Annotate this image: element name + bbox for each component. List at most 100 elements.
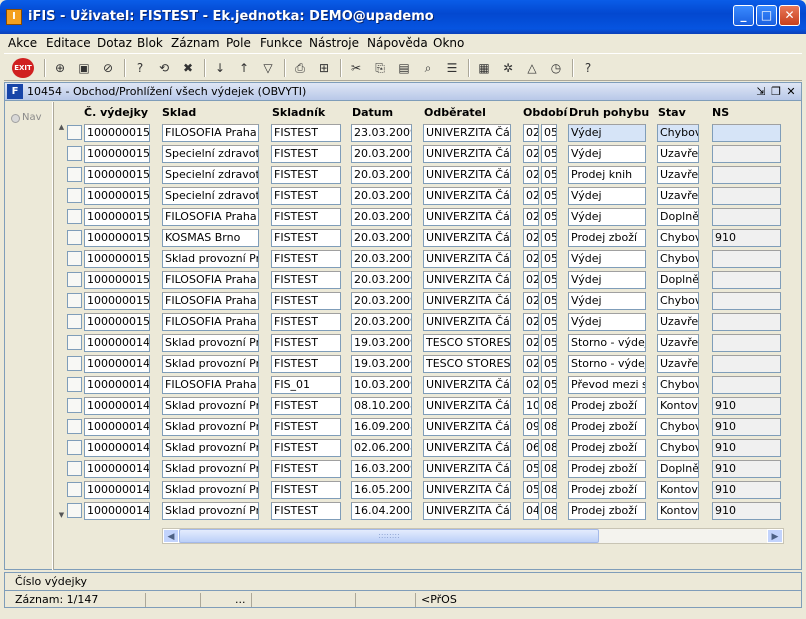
cell-cislo[interactable]: 1000000152 <box>84 271 150 289</box>
cell-skladnik[interactable]: FISTEST <box>271 397 341 415</box>
cell-datum[interactable]: 23.03.2009 <box>351 124 412 142</box>
table-row[interactable]: 1000000155 FILOSOFIA Praha - FISTEST 20.03.… <box>0 208 806 226</box>
query-cancel-icon[interactable]: ✖ <box>178 58 198 78</box>
cell-skladnik[interactable]: FISTEST <box>271 334 341 352</box>
cell-obd1[interactable]: 02 <box>523 124 539 142</box>
row-selector-checkbox[interactable] <box>67 461 82 476</box>
cell-odberatel[interactable]: TESCO STORES <box>423 355 511 373</box>
cell-ns[interactable] <box>712 145 781 163</box>
cell-skladnik[interactable]: FISTEST <box>271 145 341 163</box>
cell-stav[interactable]: Doplněn <box>657 271 699 289</box>
paste-icon[interactable]: ▤ <box>394 58 414 78</box>
cell-odberatel[interactable]: TESCO STORES <box>423 334 511 352</box>
cell-obd1[interactable]: 02 <box>523 271 539 289</box>
cell-odberatel[interactable]: UNIVERZITA Část <box>423 397 511 415</box>
table-row[interactable]: 1000000148 Sklad provozní Prah FISTEST 19.0… <box>0 355 806 373</box>
delete-record-icon[interactable]: ⊘ <box>98 58 118 78</box>
scroll-left-icon[interactable]: ◀ <box>163 529 179 543</box>
menu-item[interactable]: Pole <box>226 36 251 50</box>
table-row[interactable]: 1000000156 Specielní zdravot. r FISTEST 20.… <box>0 187 806 205</box>
cell-skladnik[interactable]: FISTEST <box>271 187 341 205</box>
cell-ns[interactable] <box>712 208 781 226</box>
menu-item[interactable]: Akce <box>8 36 37 50</box>
cell-druh[interactable]: Převod mezi skl <box>568 376 646 394</box>
cell-skladnik[interactable]: FISTEST <box>271 313 341 331</box>
cell-datum[interactable]: 10.03.2009 <box>351 376 412 394</box>
cell-sklad[interactable]: Specielní zdravot. r <box>162 166 259 184</box>
form-close-icon[interactable]: ✕ <box>785 85 797 98</box>
row-selector-checkbox[interactable] <box>67 377 82 392</box>
cell-obd2[interactable]: 08 <box>541 460 557 478</box>
cell-obd2[interactable]: 05 <box>541 166 557 184</box>
cell-cislo[interactable]: 1000000147 <box>84 376 150 394</box>
cell-obd2[interactable]: 05 <box>541 376 557 394</box>
cell-obd1[interactable]: 02 <box>523 208 539 226</box>
cell-stav[interactable]: Chybov <box>657 376 699 394</box>
row-selector-checkbox[interactable] <box>67 272 82 287</box>
cell-obd2[interactable]: 05 <box>541 229 557 247</box>
cell-datum[interactable]: 20.03.2009 <box>351 187 412 205</box>
cell-sklad[interactable]: KOSMAS Brno <box>162 229 259 247</box>
cell-sklad[interactable]: Specielní zdravot. r <box>162 145 259 163</box>
cell-sklad[interactable]: FILOSOFIA Praha - <box>162 292 259 310</box>
cell-ns[interactable]: 910 <box>712 502 781 520</box>
cell-stav[interactable]: Uzavřer <box>657 187 699 205</box>
cell-cislo[interactable]: 1000000156 <box>84 187 150 205</box>
cell-obd1[interactable]: 02 <box>523 250 539 268</box>
cell-sklad[interactable]: Sklad provozní Prah <box>162 460 259 478</box>
cell-obd1[interactable]: 02 <box>523 376 539 394</box>
cell-ns[interactable] <box>712 124 781 142</box>
cell-cislo[interactable]: 1000000141 <box>84 502 150 520</box>
cell-odberatel[interactable]: UNIVERZITA Část <box>423 418 511 436</box>
table-row[interactable]: 1000000145 Sklad provozní Prah FISTEST 16.0… <box>0 418 806 436</box>
cell-cislo[interactable]: 1000000148 <box>84 355 150 373</box>
table-row[interactable]: 1000000150 FILOSOFIA Praha - FISTEST 20.03.… <box>0 313 806 331</box>
table-row[interactable]: 1000000151 FILOSOFIA Praha - FISTEST 20.03.… <box>0 292 806 310</box>
cell-cislo[interactable]: 1000000149 <box>84 334 150 352</box>
cell-obd1[interactable]: 05 <box>523 481 539 499</box>
row-selector-checkbox[interactable] <box>67 356 82 371</box>
table-row[interactable]: 1000000149 Sklad provozní Prah FISTEST 19.0… <box>0 334 806 352</box>
cell-druh[interactable]: Výdej <box>568 292 646 310</box>
table-row[interactable]: 1000000159 FILOSOFIA Praha - FISTEST 23.03.… <box>0 124 806 142</box>
cell-skladnik[interactable]: FISTEST <box>271 355 341 373</box>
nav-radio[interactable] <box>11 114 20 123</box>
row-selector-checkbox[interactable] <box>67 188 82 203</box>
cell-stav[interactable]: Kontové <box>657 502 699 520</box>
cell-cislo[interactable]: 1000000151 <box>84 292 150 310</box>
row-selector-checkbox[interactable] <box>67 314 82 329</box>
cell-sklad[interactable]: Sklad provozní Prah <box>162 355 259 373</box>
cell-ns[interactable]: 910 <box>712 481 781 499</box>
cell-skladnik[interactable]: FISTEST <box>271 439 341 457</box>
cell-obd2[interactable]: 05 <box>541 208 557 226</box>
cell-stav[interactable]: Chybov <box>657 439 699 457</box>
cell-obd2[interactable]: 05 <box>541 292 557 310</box>
cell-ns[interactable]: 910 <box>712 460 781 478</box>
cell-cislo[interactable]: 1000000144 <box>84 439 150 457</box>
cell-druh[interactable]: Storno - výdej <box>568 334 646 352</box>
sort-desc-icon[interactable]: ↑ <box>234 58 254 78</box>
cell-druh[interactable]: Výdej <box>568 187 646 205</box>
cell-sklad[interactable]: Sklad provozní Prah <box>162 481 259 499</box>
cell-obd2[interactable]: 08 <box>541 481 557 499</box>
table-row[interactable]: 1000000141 Sklad provozní Prah FISTEST 16.0… <box>0 502 806 520</box>
cell-stav[interactable]: Chybov <box>657 124 699 142</box>
cell-datum[interactable]: 19.03.2009 <box>351 355 412 373</box>
cell-obd1[interactable]: 02 <box>523 313 539 331</box>
cell-skladnik[interactable]: FISTEST <box>271 271 341 289</box>
menu-item[interactable]: Dotaz <box>97 36 132 50</box>
row-selector-checkbox[interactable] <box>67 209 82 224</box>
cell-datum[interactable]: 20.03.2009 <box>351 208 412 226</box>
cell-obd2[interactable]: 08 <box>541 439 557 457</box>
cell-druh[interactable]: Prodej zboží <box>568 439 646 457</box>
cell-obd2[interactable]: 05 <box>541 334 557 352</box>
cell-sklad[interactable]: Sklad provozní Prah <box>162 418 259 436</box>
cell-odberatel[interactable]: UNIVERZITA Část <box>423 250 511 268</box>
cell-obd2[interactable]: 05 <box>541 250 557 268</box>
exit-button[interactable]: EXIT <box>12 58 34 78</box>
cell-odberatel[interactable]: UNIVERZITA Část <box>423 166 511 184</box>
cut-icon[interactable]: ✂ <box>346 58 366 78</box>
table-row[interactable]: 1000000153 Sklad provozní Prah FISTEST 20.0… <box>0 250 806 268</box>
table-row[interactable]: 1000000144 Sklad provozní Prah FISTEST 02.0… <box>0 439 806 457</box>
cell-ns[interactable] <box>712 250 781 268</box>
